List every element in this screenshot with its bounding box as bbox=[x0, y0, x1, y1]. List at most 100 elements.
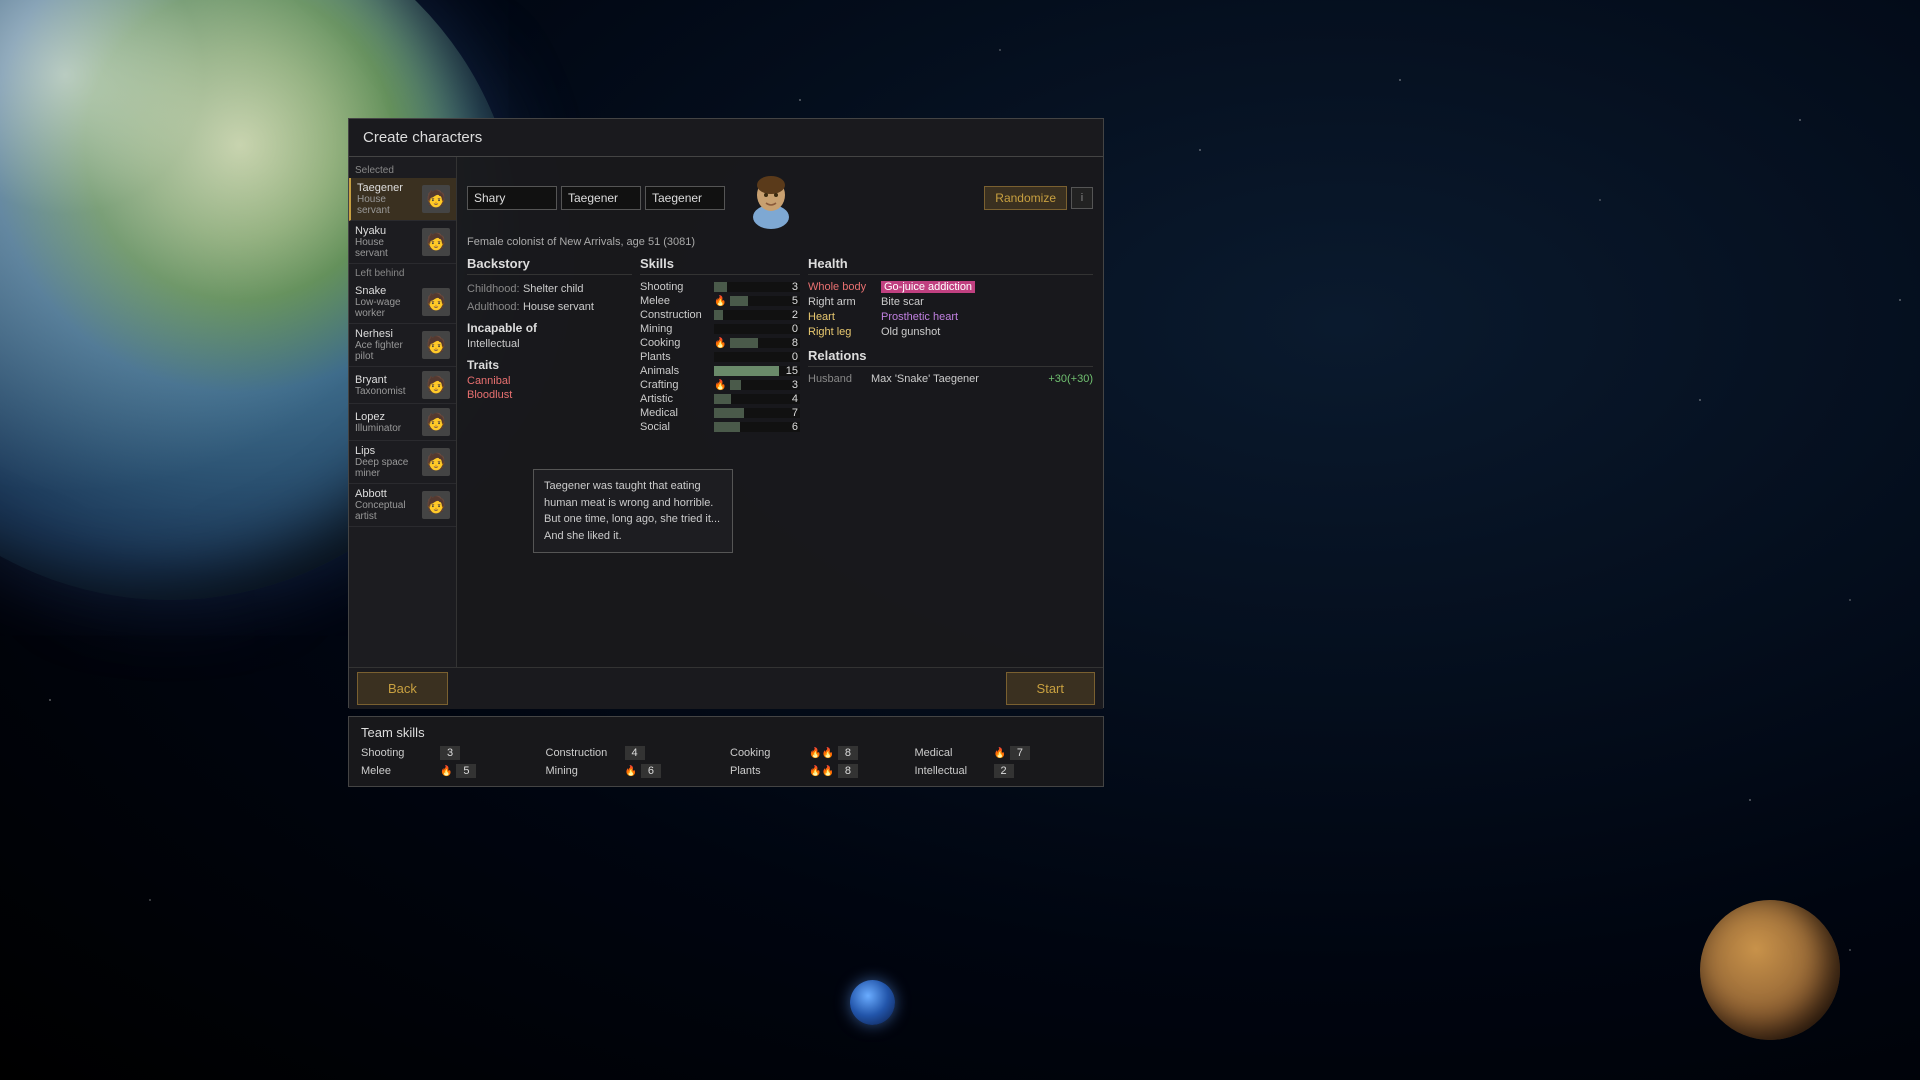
char-role-nyaku: House servant bbox=[355, 237, 418, 259]
skill-melee-bar: 5 bbox=[730, 296, 800, 306]
team-skill-cooking-val: 8 bbox=[838, 746, 858, 760]
char-avatar-bryant: 🧑 bbox=[422, 371, 450, 399]
team-skill-medical-fire: 🔥 bbox=[994, 748, 1006, 759]
character-sidebar: Selected Taegener House servant 🧑 Nyaku … bbox=[349, 157, 457, 667]
team-skill-mining-name: Mining bbox=[546, 765, 621, 777]
char-avatar-abbott: 🧑 bbox=[422, 491, 450, 519]
relation-value-husband: +30(+30) bbox=[1048, 373, 1093, 385]
char-role-bryant: Taxonomist bbox=[355, 386, 418, 397]
team-skill-melee-val: 5 bbox=[456, 764, 476, 778]
char-avatar-nerhesi: 🧑 bbox=[422, 331, 450, 359]
randomize-button[interactable]: Randomize bbox=[984, 186, 1067, 210]
char-role-abbott: Conceptual artist bbox=[355, 500, 418, 522]
char-item-snake[interactable]: Snake Low-wage worker 🧑 bbox=[349, 281, 456, 324]
trait-cannibal: Cannibal bbox=[467, 375, 632, 387]
char-item-lips[interactable]: Lips Deep space miner 🧑 bbox=[349, 441, 456, 484]
bloodlust-tooltip: Taegener was taught that eating human me… bbox=[533, 469, 733, 553]
char-name-nerhesi: Nerhesi bbox=[355, 328, 418, 340]
team-skill-plants-fire: 🔥🔥 bbox=[809, 766, 834, 777]
team-skills-title: Team skills bbox=[361, 725, 1091, 740]
health-part-wholebody: Whole body bbox=[808, 281, 873, 293]
char-item-nyaku[interactable]: Nyaku House servant 🧑 bbox=[349, 221, 456, 264]
char-item-taegener[interactable]: Taegener House servant 🧑 bbox=[349, 178, 456, 221]
skill-artistic-bar: 4 bbox=[714, 394, 800, 404]
team-skill-mining-val: 6 bbox=[641, 764, 661, 778]
skill-melee: Melee 🔥 5 bbox=[640, 295, 800, 307]
first-name-input[interactable] bbox=[467, 186, 557, 210]
skill-melee-name: Melee bbox=[640, 295, 710, 307]
team-skill-medical-val: 7 bbox=[1010, 746, 1030, 760]
skill-shooting-bar: 3 bbox=[714, 282, 800, 292]
skills-title: Skills bbox=[640, 256, 800, 275]
char-name-snake: Snake bbox=[355, 285, 418, 297]
tooltip-text: Taegener was taught that eating human me… bbox=[544, 480, 720, 542]
char-role-nerhesi: Ace fighter pilot bbox=[355, 340, 418, 362]
last-name-input[interactable] bbox=[561, 186, 641, 210]
surname-input[interactable] bbox=[645, 186, 725, 210]
char-item-lopez[interactable]: Lopez Illuminator 🧑 bbox=[349, 404, 456, 441]
skill-melee-value: 5 bbox=[792, 296, 798, 306]
health-right-leg: Right leg Old gunshot bbox=[808, 326, 1093, 338]
char-info-lips: Lips Deep space miner bbox=[355, 445, 418, 479]
skill-crafting: Crafting 🔥 3 bbox=[640, 379, 800, 391]
team-skill-melee-name: Melee bbox=[361, 765, 436, 777]
char-avatar-taegener: 🧑 bbox=[422, 185, 450, 213]
skill-crafting-fire: 🔥 bbox=[714, 380, 726, 391]
team-skill-medical: Medical 🔥 7 bbox=[915, 746, 1092, 760]
skill-animals: Animals 15 bbox=[640, 365, 800, 377]
health-cond-gunshot: Old gunshot bbox=[881, 326, 940, 338]
team-skill-intellectual-val: 2 bbox=[994, 764, 1014, 778]
char-item-nerhesi[interactable]: Nerhesi Ace fighter pilot 🧑 bbox=[349, 324, 456, 367]
team-skill-shooting-name: Shooting bbox=[361, 747, 436, 759]
create-characters-dialog: Create characters Selected Taegener Hous… bbox=[348, 118, 1104, 708]
team-skill-intellectual: Intellectual 2 bbox=[915, 764, 1092, 778]
team-skill-plants: Plants 🔥🔥 8 bbox=[730, 764, 907, 778]
char-portrait bbox=[739, 165, 804, 230]
skill-animals-name: Animals bbox=[640, 365, 710, 377]
skill-mining: Mining 0 bbox=[640, 323, 800, 335]
team-skill-intellectual-name: Intellectual bbox=[915, 765, 990, 777]
char-avatar-lopez: 🧑 bbox=[422, 408, 450, 436]
relations-title: Relations bbox=[808, 348, 1093, 367]
skill-crafting-value: 3 bbox=[792, 380, 798, 390]
skill-social-value: 6 bbox=[792, 422, 798, 432]
char-role-lips: Deep space miner bbox=[355, 457, 418, 479]
skill-social-name: Social bbox=[640, 421, 710, 433]
skill-melee-fire: 🔥 bbox=[714, 296, 726, 307]
skill-cooking-fire: 🔥 bbox=[714, 338, 726, 349]
skill-plants-name: Plants bbox=[640, 351, 710, 363]
skill-social: Social 6 bbox=[640, 421, 800, 433]
info-button[interactable]: i bbox=[1071, 187, 1093, 209]
skill-cooking-value: 8 bbox=[792, 338, 798, 348]
team-skills-grid: Shooting 3 Construction 4 Cooking 🔥🔥 8 M… bbox=[361, 746, 1091, 778]
health-cond-prosthetic: Prosthetic heart bbox=[881, 311, 958, 323]
skill-medical-name: Medical bbox=[640, 407, 710, 419]
skill-plants-value: 0 bbox=[792, 352, 798, 362]
incapable-intellectual: Intellectual bbox=[467, 338, 632, 350]
back-button[interactable]: Back bbox=[357, 672, 448, 705]
relation-type-husband: Husband bbox=[808, 373, 863, 385]
char-item-bryant[interactable]: Bryant Taxonomist 🧑 bbox=[349, 367, 456, 404]
skill-crafting-name: Crafting bbox=[640, 379, 710, 391]
selected-label: Selected bbox=[349, 161, 456, 178]
dialog-title: Create characters bbox=[349, 119, 1103, 157]
skill-mining-value: 0 bbox=[792, 324, 798, 334]
char-name-nyaku: Nyaku bbox=[355, 225, 418, 237]
skill-shooting-name: Shooting bbox=[640, 281, 710, 293]
skill-crafting-bar: 3 bbox=[730, 380, 800, 390]
adulthood-label: Adulthood: bbox=[467, 301, 520, 313]
skill-cooking-name: Cooking bbox=[640, 337, 710, 349]
health-cond-gojuice: Go-juice addiction bbox=[881, 281, 975, 293]
team-skill-construction-val: 4 bbox=[625, 746, 645, 760]
char-avatar-lips: 🧑 bbox=[422, 448, 450, 476]
char-info-nyaku: Nyaku House servant bbox=[355, 225, 418, 259]
planet-small bbox=[1700, 900, 1840, 1040]
start-button[interactable]: Start bbox=[1006, 672, 1095, 705]
skill-construction: Construction 2 bbox=[640, 309, 800, 321]
char-item-abbott[interactable]: Abbott Conceptual artist 🧑 bbox=[349, 484, 456, 527]
char-info-nerhesi: Nerhesi Ace fighter pilot bbox=[355, 328, 418, 362]
skill-mining-name: Mining bbox=[640, 323, 710, 335]
skill-artistic: Artistic 4 bbox=[640, 393, 800, 405]
skill-cooking: Cooking 🔥 8 bbox=[640, 337, 800, 349]
skill-plants: Plants 0 bbox=[640, 351, 800, 363]
